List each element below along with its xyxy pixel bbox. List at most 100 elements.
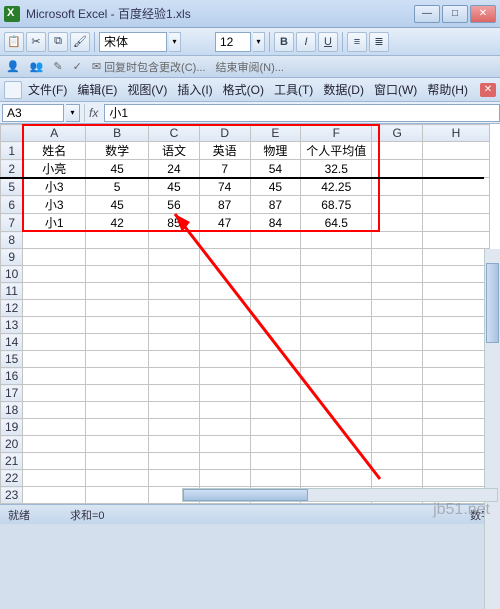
cell[interactable] <box>422 419 489 436</box>
cell[interactable] <box>23 300 86 317</box>
row-header[interactable]: 10 <box>1 266 23 283</box>
cell[interactable] <box>250 436 301 453</box>
cell[interactable] <box>86 249 149 266</box>
cell[interactable] <box>86 283 149 300</box>
cell[interactable] <box>372 453 423 470</box>
cell[interactable] <box>250 419 301 436</box>
grid-table[interactable]: A B C D E F G H 1 姓名 数学 语文 英语 物理 个人平均值 2… <box>0 124 490 504</box>
cell[interactable] <box>86 436 149 453</box>
cell[interactable] <box>301 351 372 368</box>
cell[interactable] <box>149 300 200 317</box>
cell[interactable] <box>199 402 250 419</box>
cell[interactable] <box>199 266 250 283</box>
cell[interactable]: 英语 <box>199 142 250 160</box>
cell[interactable] <box>422 142 489 160</box>
cell[interactable]: 姓名 <box>23 142 86 160</box>
cell[interactable] <box>199 232 250 249</box>
cell[interactable] <box>372 385 423 402</box>
cell[interactable] <box>23 317 86 334</box>
cell[interactable] <box>372 317 423 334</box>
cell[interactable] <box>422 351 489 368</box>
menu-edit[interactable]: 编辑(E) <box>73 79 121 100</box>
cell[interactable]: 5 <box>86 178 149 196</box>
cell[interactable] <box>199 249 250 266</box>
review-icon-4[interactable]: ✓ <box>73 60 82 73</box>
align-center-icon[interactable]: ≣ <box>369 32 389 52</box>
cell[interactable]: 87 <box>250 196 301 214</box>
row-header[interactable]: 9 <box>1 249 23 266</box>
menu-insert[interactable]: 插入(I) <box>173 79 216 100</box>
cell[interactable] <box>250 453 301 470</box>
cell[interactable] <box>23 385 86 402</box>
cell[interactable]: 54 <box>250 160 301 178</box>
cell[interactable] <box>372 334 423 351</box>
menu-tools[interactable]: 工具(T) <box>270 79 317 100</box>
cell[interactable] <box>301 249 372 266</box>
cell[interactable] <box>422 470 489 487</box>
row-header[interactable]: 15 <box>1 351 23 368</box>
cell[interactable] <box>301 436 372 453</box>
col-header[interactable]: A <box>23 125 86 142</box>
row-header[interactable]: 23 <box>1 487 23 504</box>
row-header[interactable]: 1 <box>1 142 23 160</box>
cell[interactable]: 42 <box>86 214 149 232</box>
cell[interactable] <box>23 351 86 368</box>
menu-view[interactable]: 视图(V) <box>123 79 171 100</box>
cell[interactable] <box>301 470 372 487</box>
cell[interactable] <box>372 402 423 419</box>
cell[interactable] <box>86 453 149 470</box>
cell[interactable] <box>250 351 301 368</box>
cell[interactable] <box>23 283 86 300</box>
review-icon-2[interactable]: 👥 <box>30 60 44 73</box>
row-header[interactable]: 7 <box>1 214 23 232</box>
cell[interactable] <box>86 385 149 402</box>
cell[interactable] <box>422 178 489 196</box>
row-header[interactable]: 16 <box>1 368 23 385</box>
cell[interactable] <box>86 232 149 249</box>
cell[interactable] <box>23 402 86 419</box>
cell[interactable] <box>23 487 86 504</box>
row-header[interactable]: 8 <box>1 232 23 249</box>
cell[interactable] <box>23 266 86 283</box>
font-size-select[interactable]: 12 <box>215 32 251 52</box>
cell[interactable] <box>372 470 423 487</box>
cell[interactable] <box>372 300 423 317</box>
cell[interactable]: 84 <box>250 214 301 232</box>
minimize-button[interactable]: — <box>414 5 440 23</box>
cell[interactable] <box>149 368 200 385</box>
cell[interactable] <box>301 266 372 283</box>
cell[interactable] <box>250 385 301 402</box>
cell[interactable]: 74 <box>199 178 250 196</box>
row-header[interactable]: 5 <box>1 178 23 196</box>
vertical-scroll-thumb[interactable] <box>486 263 499 343</box>
cut-icon[interactable]: ✂ <box>26 32 46 52</box>
cell[interactable] <box>301 402 372 419</box>
row-header[interactable]: 18 <box>1 402 23 419</box>
cell[interactable] <box>199 453 250 470</box>
cell[interactable]: 45 <box>86 160 149 178</box>
cell[interactable] <box>149 266 200 283</box>
formula-input[interactable]: 小1 <box>104 104 500 122</box>
cell[interactable] <box>23 232 86 249</box>
menu-data[interactable]: 数据(D) <box>319 79 368 100</box>
cell[interactable] <box>86 402 149 419</box>
cell[interactable] <box>86 266 149 283</box>
cell[interactable] <box>149 402 200 419</box>
cell[interactable] <box>250 232 301 249</box>
cell[interactable]: 32.5 <box>301 160 372 178</box>
cell[interactable] <box>23 470 86 487</box>
cell[interactable] <box>250 368 301 385</box>
col-header[interactable]: D <box>199 125 250 142</box>
cell[interactable]: 87 <box>199 196 250 214</box>
cell[interactable] <box>250 249 301 266</box>
col-header[interactable]: G <box>372 125 423 142</box>
cell[interactable]: 语文 <box>149 142 200 160</box>
close-button[interactable]: ✕ <box>470 5 496 23</box>
cell[interactable]: 物理 <box>250 142 301 160</box>
cell[interactable] <box>149 385 200 402</box>
cell[interactable] <box>199 351 250 368</box>
cell[interactable] <box>422 300 489 317</box>
cell[interactable] <box>250 334 301 351</box>
col-header[interactable]: E <box>250 125 301 142</box>
cell[interactable] <box>372 266 423 283</box>
